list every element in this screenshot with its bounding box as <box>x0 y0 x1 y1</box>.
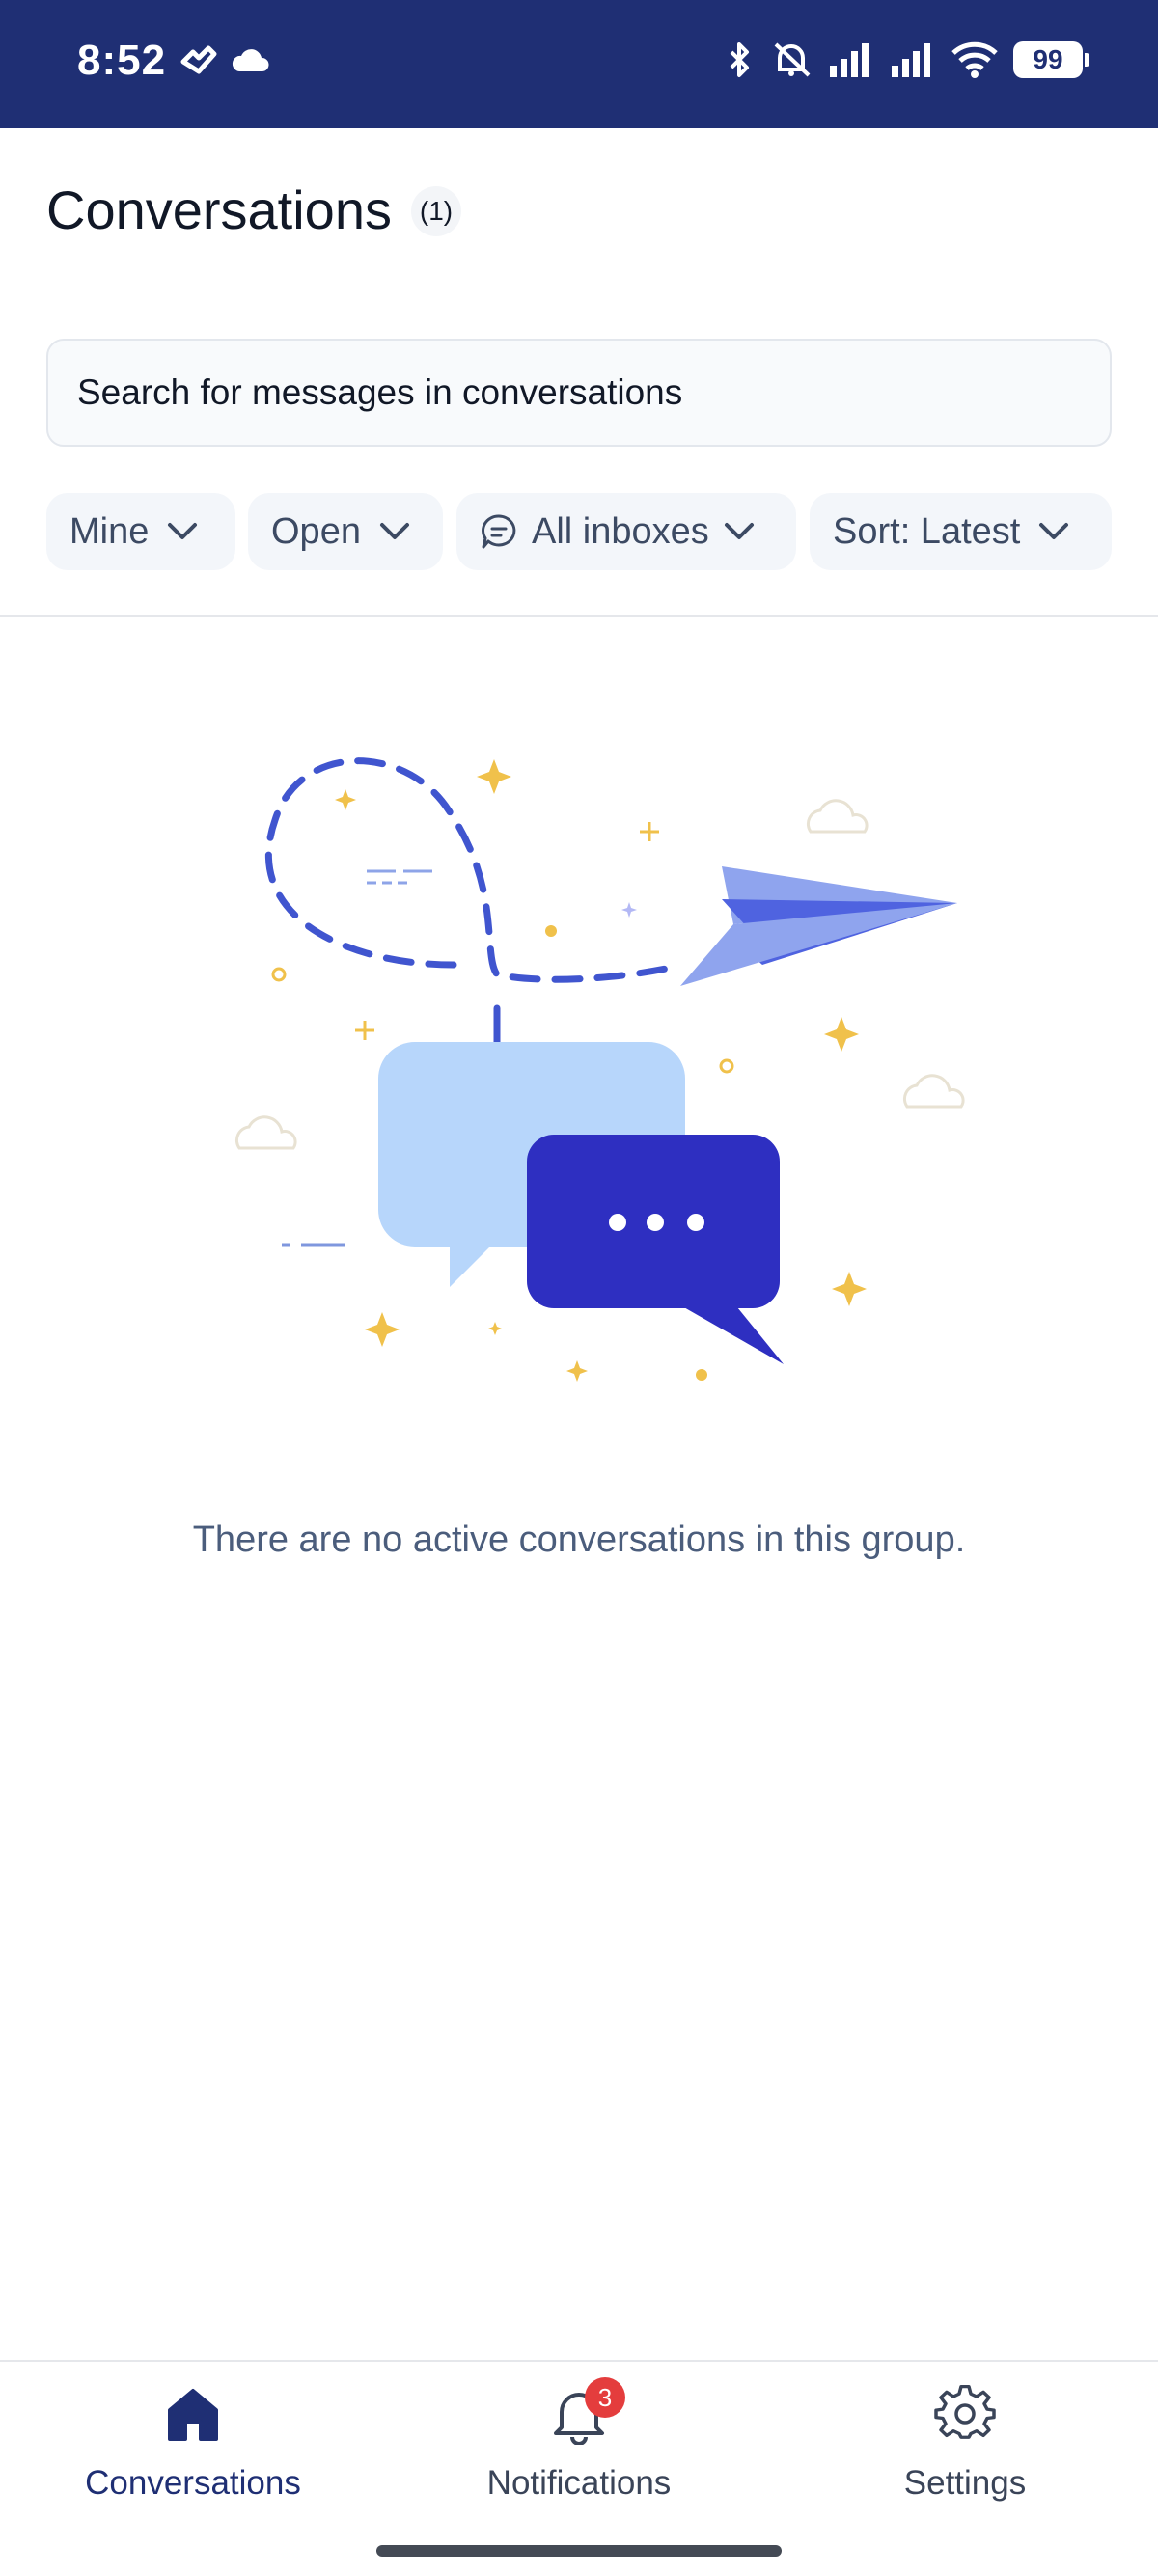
nav-item-notifications[interactable]: 3 Notifications <box>386 2362 772 2555</box>
notification-count-badge: 3 <box>585 2377 625 2418</box>
bottom-nav: Conversations 3 Notifications Settings <box>0 2360 1158 2576</box>
bell-icon: 3 <box>548 2377 625 2446</box>
header-divider <box>0 615 1158 617</box>
status-bar: 8:52 99 <box>0 0 1158 128</box>
wifi-icon <box>951 41 998 78</box>
signal-icon <box>892 43 930 77</box>
empty-state-message: There are no active conversations in thi… <box>192 1520 966 1560</box>
chevron-down-icon <box>168 523 198 539</box>
chevron-down-icon <box>724 523 754 539</box>
battery-icon: 99 <box>1013 41 1089 78</box>
filter-inbox[interactable]: All inboxes <box>456 493 796 570</box>
gear-icon <box>934 2383 996 2445</box>
chevron-down-icon <box>379 523 409 539</box>
filter-sort[interactable]: Sort: Latest <box>810 493 1112 570</box>
page-title: Conversations <box>46 179 392 240</box>
filter-status[interactable]: Open <box>248 493 443 570</box>
filter-inbox-label: All inboxes <box>532 510 709 552</box>
home-indicator[interactable] <box>376 2545 782 2557</box>
chevron-down-icon <box>1039 523 1069 539</box>
nav-item-conversations[interactable]: Conversations <box>0 2362 386 2555</box>
nav-label-settings: Settings <box>903 2464 1027 2502</box>
filter-assignee[interactable]: Mine <box>46 493 235 570</box>
search-box[interactable] <box>46 339 1112 447</box>
nav-item-settings[interactable]: Settings <box>772 2362 1158 2555</box>
status-right-icons: 99 <box>726 41 1089 79</box>
search-input[interactable] <box>48 341 1110 445</box>
status-left-icons <box>179 44 270 75</box>
filter-status-label: Open <box>271 510 361 552</box>
home-icon <box>162 2383 224 2445</box>
bluetooth-icon <box>730 42 749 77</box>
filter-sort-label: Sort: Latest <box>833 510 1021 552</box>
chat-bubble-icon <box>482 514 516 549</box>
muted-bell-icon <box>774 42 811 77</box>
status-time: 8:52 <box>77 37 167 84</box>
nav-label-notifications: Notifications <box>486 2464 672 2502</box>
filter-assignee-label: Mine <box>69 510 150 552</box>
cloud-icon <box>232 49 269 71</box>
nav-label-conversations: Conversations <box>85 2464 301 2502</box>
conversation-count-badge: (1) <box>411 186 461 236</box>
empty-conversations-illustration <box>234 757 965 1382</box>
conversations-screen: 8:52 99 Conversations (1) Search for mes… <box>0 0 1158 2576</box>
notification-app-icon <box>180 45 217 74</box>
signal-icon <box>830 43 868 77</box>
